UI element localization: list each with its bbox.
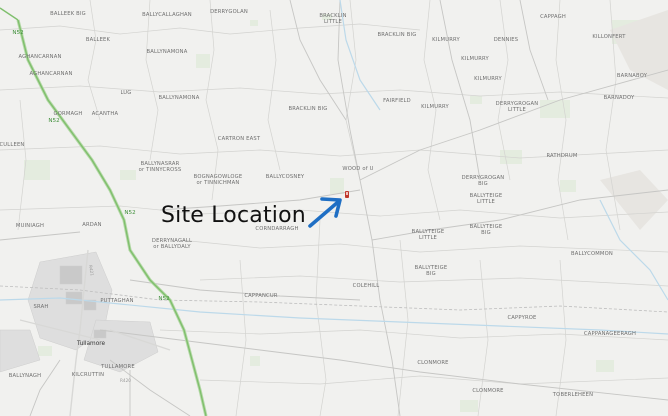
townland-label: KILMURRY (474, 76, 502, 82)
townland-label: CULLEEN (0, 142, 25, 148)
townland-label: MUINIAGH (15, 223, 45, 229)
townland-label: KILMURRY (421, 104, 449, 110)
townland-label: BARNABOY (616, 73, 648, 79)
site-location-label: Site Location (161, 203, 306, 228)
townland-label: BALLYCOMMON (571, 251, 613, 257)
townland-label: CLONMORE (417, 360, 449, 366)
townland-label: LUG (120, 90, 132, 96)
townland-label: AGHANCARNAN (29, 71, 73, 77)
map[interactable]: BALLEEK BIG BALLYCALLAGHAN DERRYGOLAN BRACK… (0, 0, 668, 416)
townland-label: CLONMORE (472, 388, 504, 394)
townland-label: BALLYTEIGE LITTLE (411, 229, 445, 241)
townland-label: CARTRON EAST (217, 136, 261, 142)
townland-label: COLEHILL (352, 283, 380, 289)
townland-label: DERRYGROGAN LITTLE (495, 101, 539, 113)
townland-label: BALLYTEIGE BIG (414, 265, 448, 277)
townland-label: ARDAN (82, 222, 102, 228)
townland-label: BRACKLIN LITTLE (319, 13, 347, 25)
town-label-tullamore: Tullamore (76, 341, 106, 347)
townland-label: BALLEEK BIG (50, 11, 86, 17)
townland-label: ACANTHA (91, 111, 119, 117)
townland-label: KILMURRY (432, 37, 460, 43)
townland-label: GORMAGH (53, 111, 83, 117)
townland-label: BALLYCALLAGHAN (142, 12, 192, 18)
road-label-n52: N52 (124, 210, 136, 216)
townland-label: CAPPANCUR (244, 293, 278, 299)
townland-label: BOGNAGOWLOGE or TINNICHMAN (193, 174, 243, 186)
townland-label: BALLYNAMONA (146, 49, 188, 55)
townland-label: PUTTAGHAN (100, 298, 134, 304)
townland-label: WOOD of U (342, 166, 374, 172)
townland-label: CAPPAGH (540, 14, 566, 20)
townland-label: KILCRUTTIN (71, 372, 105, 378)
road-label-n52: N52 (12, 30, 24, 36)
townland-label: RATHDRUM (546, 153, 578, 159)
townland-label: TULLAMORE (101, 364, 135, 370)
townland-label: BALLYTEIGE LITTLE (469, 193, 503, 205)
site-arrow-icon (308, 197, 342, 228)
townland-label: BARNADOY (603, 95, 635, 101)
townland-label: KILMURRY (461, 56, 489, 62)
townland-label: CAPPYROE (507, 315, 537, 321)
townland-label: BRACKLIN BIG (288, 106, 328, 112)
townland-label: FAIRFIELD (383, 98, 411, 104)
road-label-n52: N52 (158, 296, 170, 302)
map-canvas (0, 0, 668, 416)
townland-label: BALLYNAGH (8, 373, 42, 379)
townland-label: DERRYNAGALL or BALLYDALY (151, 238, 193, 250)
townland-label: KILLONFERT (592, 34, 626, 40)
townland-label: BALLEEK (85, 37, 111, 43)
road-label-n52: N52 (48, 118, 60, 124)
townland-label: AGHANCARNAN (18, 54, 62, 60)
urban-area (0, 251, 159, 373)
townland-label: CAPPANAGEERAGH (583, 331, 637, 337)
site-marker (345, 191, 349, 198)
townland-label: BRACKLIN BIG (377, 32, 417, 38)
townland-label: BALLYNAMONA (158, 95, 200, 101)
townland-label: SRAH (33, 304, 49, 310)
townland-label: BALLYCOSNEY (265, 174, 305, 180)
townland-label: TOBERLEHEEN (552, 392, 594, 398)
townland-label: DERRYGROGAN BIG (461, 175, 505, 187)
townland-label: BALLYNASRAR or TINNYCROSS (138, 161, 182, 173)
townland-label: DENNIES (493, 37, 519, 43)
townland-label: BALLYTEIGE BIG (469, 224, 503, 236)
road-label-r420: R420 (120, 378, 131, 383)
townland-label: DERRYGOLAN (210, 9, 248, 15)
